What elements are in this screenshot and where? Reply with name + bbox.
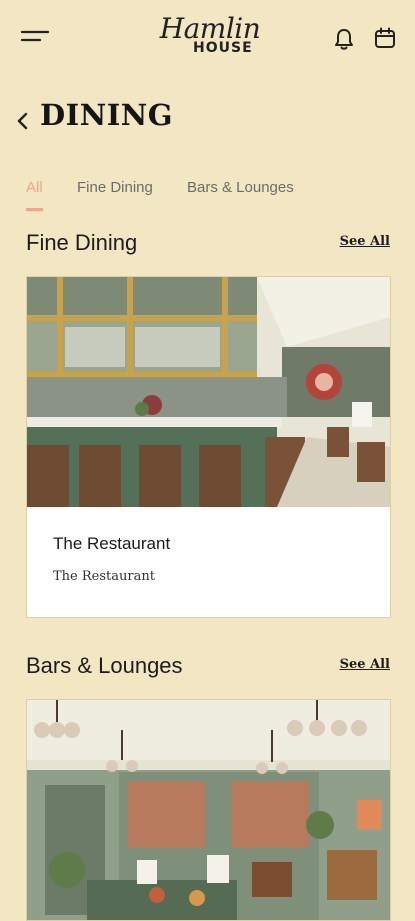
logo-caps: HOUSE xyxy=(193,40,253,56)
back-chevron-icon[interactable] xyxy=(14,110,32,132)
lounge-card[interactable] xyxy=(26,699,391,921)
card-title: The Restaurant xyxy=(53,534,171,553)
active-tab-indicator xyxy=(26,208,43,211)
category-tabs: All Fine Dining Bars & Lounges xyxy=(0,175,415,215)
page-title: DINING xyxy=(40,98,174,132)
restaurant-image xyxy=(27,277,390,507)
lounge-image xyxy=(27,700,390,920)
section-title-bars-lounges: Bars & Lounges xyxy=(26,653,183,678)
tab-fine-dining[interactable]: Fine Dining xyxy=(77,179,153,196)
logo[interactable]: Hamlin HOUSE xyxy=(155,12,265,62)
see-all-fine-dining-link[interactable]: See All xyxy=(340,234,390,249)
tab-all[interactable]: All xyxy=(26,179,43,196)
tab-bars-lounges[interactable]: Bars & Lounges xyxy=(187,179,294,196)
calendar-icon[interactable] xyxy=(374,27,396,49)
top-bar: Hamlin HOUSE xyxy=(0,0,415,80)
bell-icon[interactable] xyxy=(333,27,355,51)
menu-icon[interactable] xyxy=(20,26,50,46)
see-all-bars-lounges-link[interactable]: See All xyxy=(340,657,390,672)
card-subtitle: The Restaurant xyxy=(53,569,155,584)
section-title-fine-dining: Fine Dining xyxy=(26,230,138,255)
restaurant-card[interactable]: The Restaurant The Restaurant xyxy=(26,276,391,618)
